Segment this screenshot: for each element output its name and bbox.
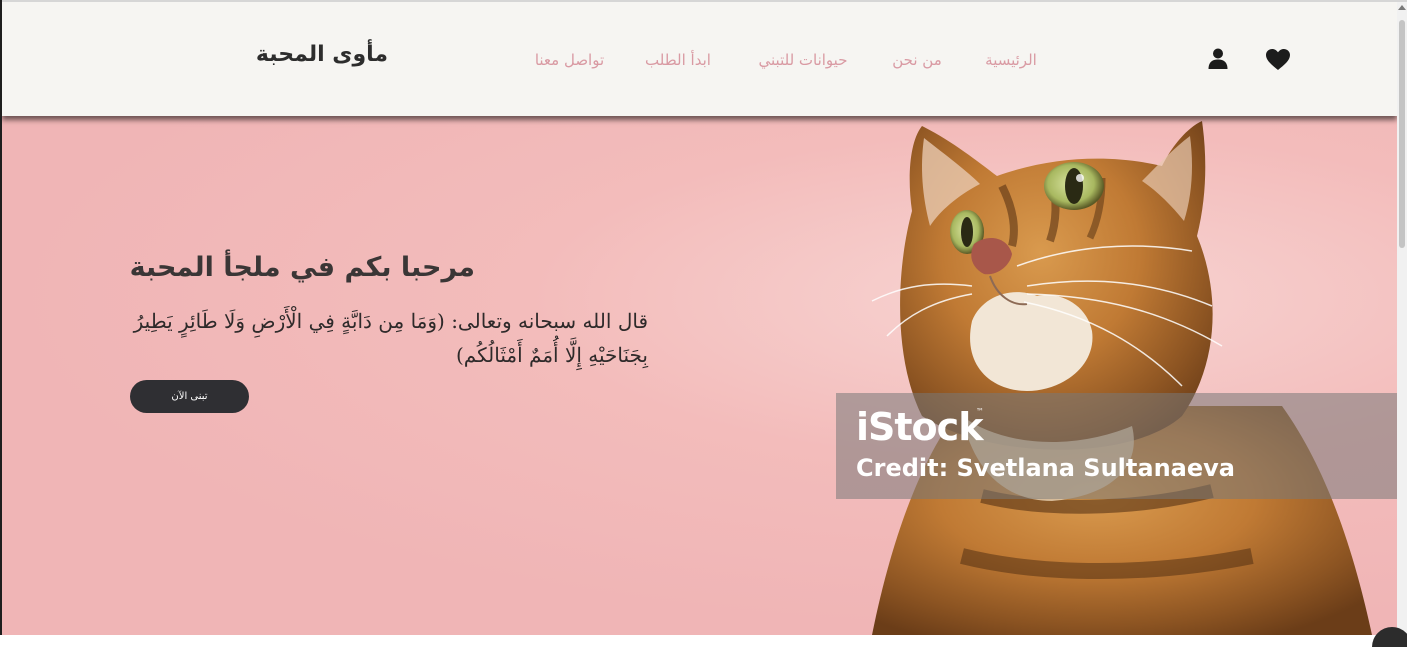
nav-start-request[interactable]: ابدأ الطلب — [642, 51, 714, 69]
brand-logo[interactable]: مأوى المحبة — [256, 42, 388, 67]
scrollbar-thumb[interactable] — [1399, 20, 1405, 248]
scroll-up-arrow[interactable] — [1398, 5, 1406, 10]
image-watermark: iStock ™ Credit: Svetlana Sultanaeva — [836, 393, 1397, 499]
watermark-credit: Credit: Svetlana Sultanaeva — [856, 454, 1235, 482]
window-left-border — [0, 0, 2, 635]
nav-pets-for-adoption[interactable]: حيوانات للتبني — [751, 51, 855, 69]
hero-section: مرحبا بكم في ملجأ المحبة قال الله سبحانه… — [2, 116, 1397, 635]
window-top-border — [0, 0, 1407, 2]
nav-home[interactable]: الرئيسية — [980, 51, 1042, 69]
nav-about-us[interactable]: من نحن — [888, 51, 946, 69]
user-icon[interactable] — [1207, 47, 1229, 71]
hero-title: مرحبا بكم في ملجأ المحبة — [129, 252, 475, 283]
hero-quote: قال الله سبحانه وتعالى: (وَمَا مِن دَابَ… — [133, 309, 648, 367]
cat-image — [871, 121, 1372, 635]
heart-icon[interactable] — [1265, 48, 1291, 71]
watermark-trademark: ™ — [976, 407, 984, 416]
navbar: مأوى المحبة تواصل معنا ابدأ الطلب حيوانا… — [2, 2, 1397, 116]
adopt-now-button[interactable]: تبنى الآن — [130, 380, 249, 413]
nav-contact[interactable]: تواصل معنا — [532, 51, 607, 69]
watermark-logo: iStock — [856, 405, 983, 449]
